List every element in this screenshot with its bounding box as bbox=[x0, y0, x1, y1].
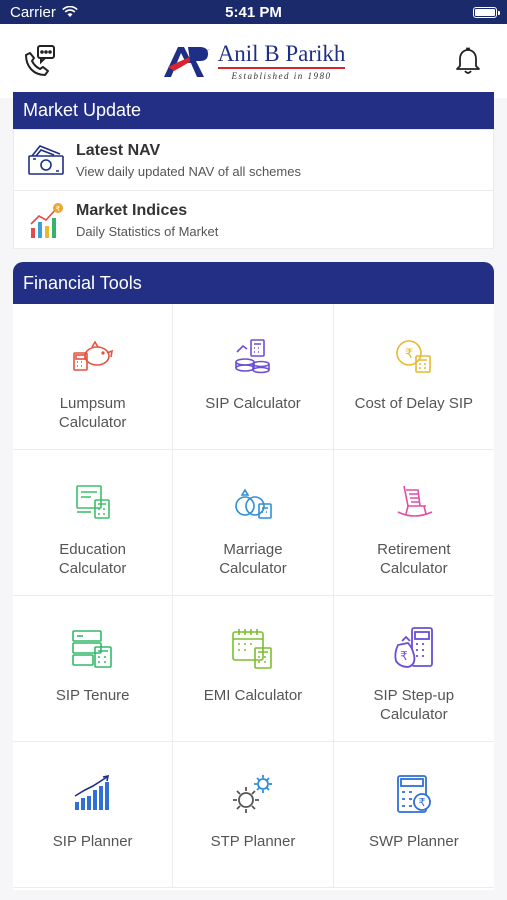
financial-tools-grid: Lumpsum Calculator SIP Calculator ₹ Cost… bbox=[13, 304, 494, 890]
logo-mark-icon bbox=[163, 47, 210, 77]
wifi-icon bbox=[62, 6, 78, 17]
sip-tenure-tile[interactable]: SIP Tenure bbox=[13, 596, 174, 742]
sip-step-up-calculator-tile[interactable]: ₹ SIP Step-up Calculator bbox=[333, 596, 494, 742]
phone-chat-icon[interactable] bbox=[18, 40, 60, 82]
lumpsum-calculator-tile[interactable]: Lumpsum Calculator bbox=[13, 304, 174, 450]
swp-planner-tile[interactable]: ₹ SWP Planner bbox=[333, 742, 494, 888]
market-update-list: Latest NAV View daily updated NAV of all… bbox=[13, 129, 494, 249]
book-calculator-icon bbox=[69, 478, 117, 526]
tool-label: STP Planner bbox=[210, 833, 296, 850]
rupee-coin-calculator-icon: ₹ bbox=[390, 332, 438, 380]
battery-icon bbox=[473, 6, 500, 18]
education-calculator-tile[interactable]: Education Calculator bbox=[13, 450, 174, 596]
tool-label: EMI Calculator bbox=[203, 687, 303, 704]
piggy-bank-calculator-icon bbox=[69, 332, 117, 380]
financial-tools-header: Financial Tools bbox=[13, 262, 494, 304]
app-logo: Anil B Parikh Established in 1980 bbox=[162, 42, 346, 81]
tool-label: SWP Planner bbox=[368, 833, 459, 850]
latest-nav-title: Latest NAV bbox=[76, 141, 161, 159]
tool-label: Lumpsum Calculator bbox=[58, 395, 127, 431]
tool-label: SIP Planner bbox=[52, 833, 133, 850]
coins-calculator-icon bbox=[229, 332, 277, 380]
sip-planner-tile[interactable]: SIP Planner bbox=[13, 742, 174, 888]
calendar-calculator-icon bbox=[229, 624, 277, 672]
tool-label: Cost of Delay SIP bbox=[354, 395, 474, 412]
market-indices-item[interactable]: ₹ Market Indices Daily Statistics of Mar… bbox=[14, 190, 493, 250]
gears-icon bbox=[229, 770, 277, 818]
svg-text:₹: ₹ bbox=[405, 347, 413, 362]
market-indices-title: Market Indices bbox=[76, 202, 188, 219]
growth-bars-icon bbox=[69, 770, 117, 818]
carrier-label: Carrier bbox=[10, 3, 56, 21]
chart-icon: ₹ bbox=[26, 201, 66, 241]
tool-label: SIP Step-up Calculator bbox=[373, 687, 455, 723]
svg-text:₹: ₹ bbox=[418, 796, 425, 809]
retirement-calculator-tile[interactable]: Retirement Calculator bbox=[333, 450, 494, 596]
svg-text:₹: ₹ bbox=[400, 649, 408, 663]
sip-calculator-tile[interactable]: SIP Calculator bbox=[173, 304, 334, 450]
logo-name: Anil B Parikh bbox=[217, 42, 346, 69]
bell-icon[interactable] bbox=[447, 40, 489, 82]
tool-label: Marriage Calculator bbox=[219, 541, 287, 577]
emi-calculator-tile[interactable]: EMI Calculator bbox=[173, 596, 334, 742]
market-update-header: Market Update bbox=[13, 92, 494, 129]
latest-nav-item[interactable]: Latest NAV View daily updated NAV of all… bbox=[14, 130, 493, 190]
tool-label: Education Calculator bbox=[58, 541, 127, 577]
rocking-chair-icon bbox=[390, 478, 438, 526]
logo-tagline: Established in 1980 bbox=[231, 70, 332, 81]
financial-tools-title: Financial Tools bbox=[23, 272, 142, 293]
status-time: 5:41 PM bbox=[225, 3, 282, 21]
marriage-calculator-tile[interactable]: Marriage Calculator bbox=[173, 450, 334, 596]
tool-label: SIP Calculator bbox=[205, 395, 301, 412]
tool-label: Retirement Calculator bbox=[377, 541, 451, 577]
latest-nav-subtitle: View daily updated NAV of all schemes bbox=[76, 163, 301, 179]
card-calculator-icon bbox=[69, 624, 117, 672]
tool-label: SIP Tenure bbox=[55, 687, 130, 704]
market-indices-subtitle: Daily Statistics of Market bbox=[76, 224, 219, 239]
svg-text:₹: ₹ bbox=[56, 205, 61, 213]
status-bar: Carrier 5:41 PM bbox=[0, 0, 507, 24]
money-icon bbox=[26, 140, 66, 180]
stp-planner-tile[interactable]: STP Planner bbox=[173, 742, 334, 888]
rupee-bag-calculator-icon: ₹ bbox=[390, 624, 438, 672]
rings-calculator-icon bbox=[229, 478, 277, 526]
cost-of-delay-sip-tile[interactable]: ₹ Cost of Delay SIP bbox=[333, 304, 494, 450]
rupee-calculator-icon: ₹ bbox=[390, 770, 438, 818]
market-update-title: Market Update bbox=[23, 100, 142, 120]
app-header: Anil B Parikh Established in 1980 bbox=[0, 24, 507, 98]
